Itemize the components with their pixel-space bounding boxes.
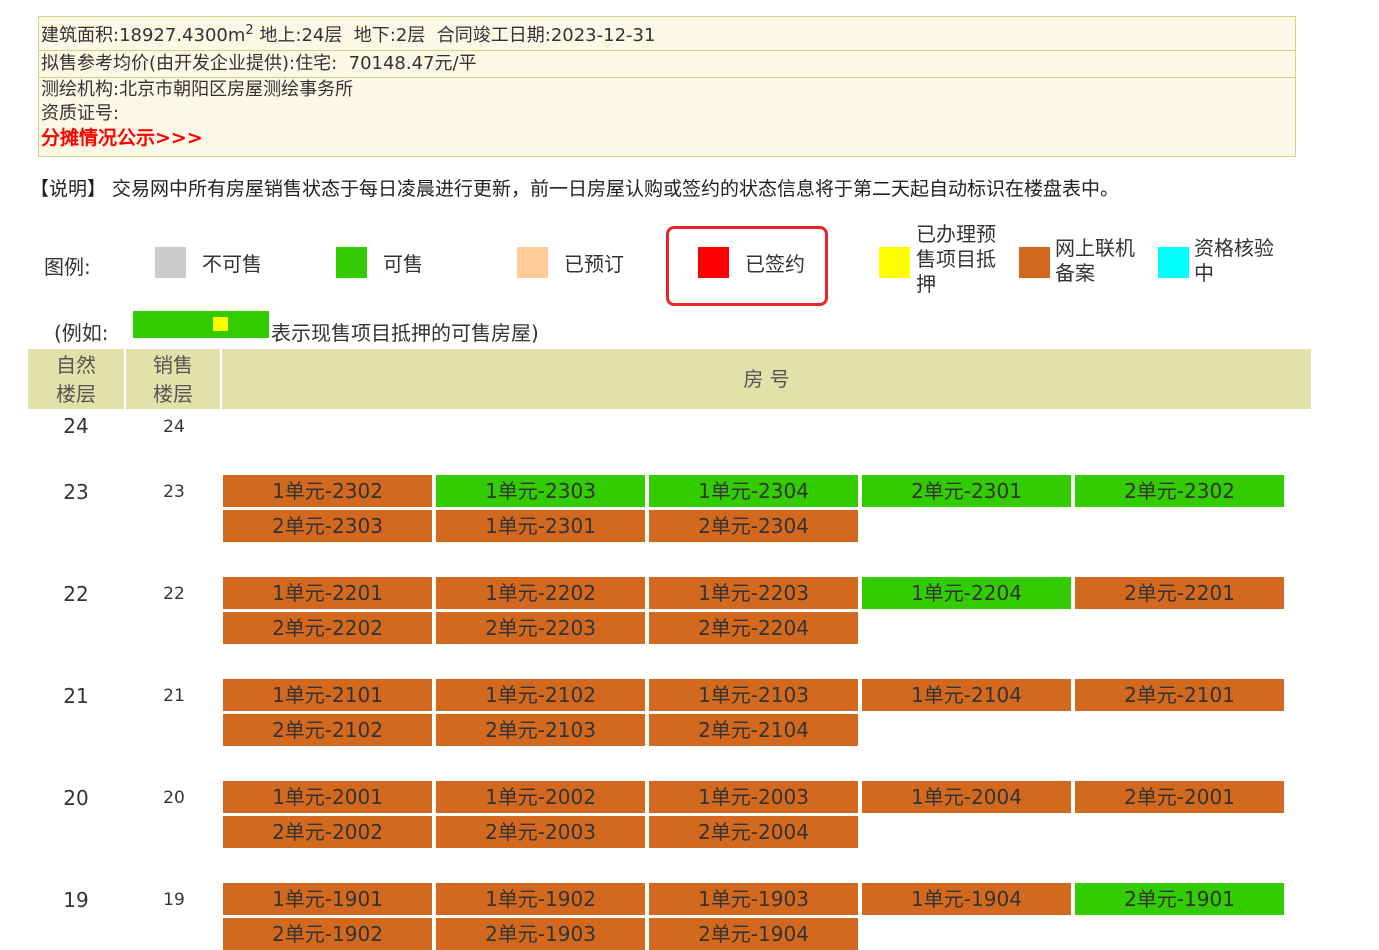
unit-cell[interactable]: 2单元-2102: [223, 714, 432, 746]
natural-floor-number: 20: [28, 786, 124, 810]
legend-label-mortgaged-line2: 售项目抵: [916, 247, 996, 272]
unit-cell[interactable]: 2单元-1902: [223, 918, 432, 950]
legend-label-filed-line2: 备案: [1055, 261, 1135, 286]
unit-cell[interactable]: 2单元-2202: [223, 612, 432, 644]
unit-cell[interactable]: 1单元-2001: [223, 781, 432, 813]
unit-cell[interactable]: 2单元-2101: [1075, 679, 1284, 711]
unit-cell[interactable]: 1单元-2102: [436, 679, 645, 711]
legend-label: 图例:: [44, 251, 91, 280]
unit-cell[interactable]: 2单元-1904: [649, 918, 858, 950]
legend-label-verifying-line2: 中: [1194, 261, 1274, 286]
sale-floor-number: 20: [126, 788, 222, 808]
header-sale-floor: 销售 楼层: [126, 349, 220, 409]
unit-cell[interactable]: 1单元-2003: [649, 781, 858, 813]
unit-cell[interactable]: 2单元-2002: [223, 816, 432, 848]
example-green-swatch: [133, 311, 269, 338]
project-info-box: 建筑面积:18927.4300m2 地上:24层 地下:2层 合同竣工日期:20…: [38, 16, 1296, 157]
unit-cell[interactable]: 1单元-2002: [436, 781, 645, 813]
header-natural-floor-line2: 楼层: [28, 380, 124, 409]
unit-cell[interactable]: 2单元-2004: [649, 816, 858, 848]
reference-price: 拟售参考均价(由开发企业提供):住宅: 70148.47元/平: [41, 53, 477, 74]
survey-row: 测绘机构:北京市朝阳区房屋测绘事务所 资质证号: 分摊情况公示>>>: [39, 78, 1295, 151]
header-sale-floor-line2: 楼层: [126, 380, 220, 409]
legend-label-filed-line1: 网上联机: [1055, 236, 1135, 261]
unit-cell[interactable]: 1单元-2104: [862, 679, 1071, 711]
unit-cell[interactable]: 2单元-2301: [862, 475, 1071, 507]
legend-label-mortgaged: 已办理预 售项目抵 押: [916, 222, 996, 297]
unit-cell[interactable]: 2单元-2003: [436, 816, 645, 848]
unit-cell[interactable]: 2单元-2302: [1075, 475, 1284, 507]
legend-label-unavailable: 不可售: [202, 252, 262, 277]
floors-completion: 地上:24层 地下:2层 合同竣工日期:2023-12-31: [254, 25, 656, 46]
unit-cell[interactable]: 1单元-2203: [649, 577, 858, 609]
unit-cell[interactable]: 2单元-1901: [1075, 883, 1284, 915]
sale-floor-number: 24: [126, 417, 222, 437]
price-row: 拟售参考均价(由开发企业提供):住宅: 70148.47元/平: [39, 51, 1295, 78]
sale-floor-number: 21: [126, 686, 222, 706]
legend-label-reserved: 已预订: [564, 252, 624, 277]
share-link[interactable]: 分摊情况公示>>>: [41, 127, 203, 149]
legend-swatch-available: [336, 247, 367, 278]
legend-swatch-reserved: [517, 247, 548, 278]
legend-label-filed: 网上联机 备案: [1055, 236, 1135, 286]
description-note: 【说明】 交易网中所有房屋销售状态于每日凌晨进行更新，前一日房屋认购或签约的状态…: [30, 174, 1119, 201]
area-prefix: 建筑面积:18927.4300m: [41, 25, 245, 46]
header-room-label: 房 号: [222, 365, 1311, 394]
header-sale-floor-line1: 销售: [126, 351, 220, 380]
header-natural-floor: 自然 楼层: [28, 349, 124, 409]
header-natural-floor-line1: 自然: [28, 351, 124, 380]
sale-floor-number: 22: [126, 584, 222, 604]
sale-floor-number: 19: [126, 890, 222, 910]
legend-swatch-unavailable: [155, 247, 186, 278]
natural-floor-number: 22: [28, 582, 124, 606]
unit-cell[interactable]: 2单元-2104: [649, 714, 858, 746]
unit-cell[interactable]: 2单元-2304: [649, 510, 858, 542]
legend-swatch-verifying: [1158, 247, 1189, 278]
unit-cell[interactable]: 1单元-1904: [862, 883, 1071, 915]
example-suffix: 表示现售项目抵押的可售房屋): [271, 317, 539, 346]
unit-cell[interactable]: 1单元-1901: [223, 883, 432, 915]
legend-swatch-filed: [1019, 247, 1050, 278]
unit-cell[interactable]: 2单元-2001: [1075, 781, 1284, 813]
unit-cell[interactable]: 2单元-1903: [436, 918, 645, 950]
unit-cell[interactable]: 1单元-1903: [649, 883, 858, 915]
unit-cell[interactable]: 2单元-2203: [436, 612, 645, 644]
unit-cell[interactable]: 1单元-2004: [862, 781, 1071, 813]
unit-cell[interactable]: 1单元-2202: [436, 577, 645, 609]
example-prefix: (例如:: [54, 317, 109, 346]
unit-cell[interactable]: 2单元-2303: [223, 510, 432, 542]
legend-label-mortgaged-line1: 已办理预: [916, 222, 996, 247]
unit-cell[interactable]: 1单元-2103: [649, 679, 858, 711]
cert-number: 资质证号:: [41, 102, 1295, 126]
area-superscript: 2: [245, 23, 253, 38]
legend-swatch-mortgaged: [879, 247, 910, 278]
natural-floor-number: 19: [28, 888, 124, 912]
legend-label-available: 可售: [383, 252, 423, 277]
unit-cell[interactable]: 1单元-2301: [436, 510, 645, 542]
natural-floor-number: 24: [28, 414, 124, 438]
header-room: 房 号: [222, 349, 1311, 409]
unit-cell[interactable]: 1单元-2302: [223, 475, 432, 507]
unit-cell[interactable]: 1单元-2101: [223, 679, 432, 711]
legend-swatch-signed: [698, 247, 729, 278]
legend-label-verifying: 资格核验 中: [1194, 236, 1274, 286]
unit-cell[interactable]: 2单元-2103: [436, 714, 645, 746]
unit-cell[interactable]: 1单元-2201: [223, 577, 432, 609]
area-row: 建筑面积:18927.4300m2 地上:24层 地下:2层 合同竣工日期:20…: [39, 17, 1295, 51]
example-yellow-marker: [213, 317, 228, 331]
natural-floor-number: 21: [28, 684, 124, 708]
legend-label-mortgaged-line3: 押: [916, 272, 996, 297]
unit-cell[interactable]: 1单元-2303: [436, 475, 645, 507]
unit-cell[interactable]: 1单元-1902: [436, 883, 645, 915]
survey-agency: 测绘机构:北京市朝阳区房屋测绘事务所: [41, 78, 1295, 102]
unit-cell[interactable]: 2单元-2201: [1075, 577, 1284, 609]
unit-cell[interactable]: 1单元-2304: [649, 475, 858, 507]
legend-label-signed: 已签约: [745, 252, 805, 277]
legend-label-verifying-line1: 资格核验: [1194, 236, 1274, 261]
sale-floor-number: 23: [126, 482, 222, 502]
natural-floor-number: 23: [28, 480, 124, 504]
unit-cell[interactable]: 2单元-2204: [649, 612, 858, 644]
unit-cell[interactable]: 1单元-2204: [862, 577, 1071, 609]
